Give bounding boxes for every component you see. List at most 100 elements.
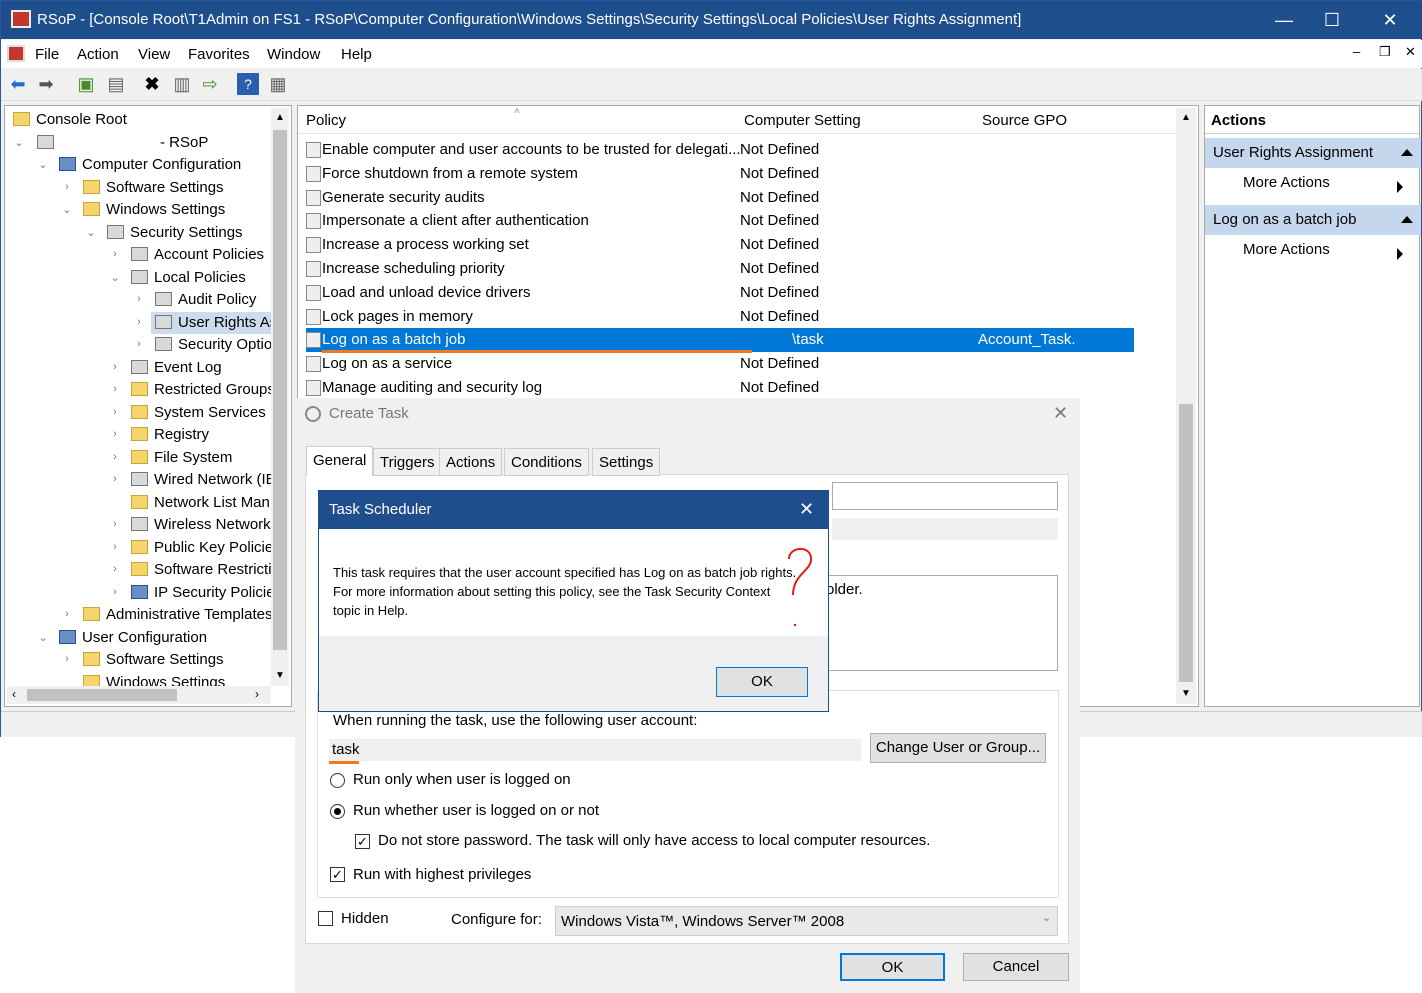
properties-icon[interactable]: ▥ xyxy=(171,73,193,95)
tree-horizontal-scrollbar[interactable]: ‹ › xyxy=(7,686,271,704)
hidden-label[interactable]: Hidden xyxy=(341,910,389,927)
menu-file[interactable]: File xyxy=(35,46,59,63)
minimize-button[interactable]: — xyxy=(1261,1,1307,39)
expand-chevron-icon[interactable]: › xyxy=(109,428,121,440)
child-minimize-button[interactable]: – xyxy=(1353,44,1360,59)
policy-row[interactable]: Increase a process working set Not Defin… xyxy=(298,233,1128,257)
collapse-chevron-icon[interactable]: ⌄ xyxy=(13,136,25,149)
collapse-triangle-icon[interactable] xyxy=(1401,149,1413,156)
scroll-thumb[interactable] xyxy=(27,689,177,701)
scroll-right-icon[interactable]: › xyxy=(255,687,259,701)
policy-row[interactable]: Increase scheduling priority Not Defined xyxy=(298,257,1128,281)
up-folder-icon[interactable]: ▣ xyxy=(75,73,97,95)
expand-chevron-icon[interactable]: › xyxy=(109,248,121,260)
scroll-down-icon[interactable]: ▼ xyxy=(1181,688,1191,699)
highest-privileges-checkbox[interactable]: ✓ xyxy=(330,867,345,882)
expand-chevron-icon[interactable]: › xyxy=(61,608,73,620)
description-textarea[interactable]: older. xyxy=(825,575,1058,671)
policy-row[interactable]: Load and unload device drivers Not Defin… xyxy=(298,281,1128,305)
tree-node-security-options[interactable]: Security Optio xyxy=(155,334,272,356)
tree-node-event-log[interactable]: Event Log xyxy=(131,357,222,379)
run-only-logged-on-radio[interactable] xyxy=(330,773,345,788)
expand-chevron-icon[interactable]: › xyxy=(109,473,121,485)
show-hide-tree-icon[interactable]: ▤ xyxy=(105,73,127,95)
help-icon[interactable]: ? xyxy=(237,73,259,95)
tree-node-administrative-templates[interactable]: Administrative Templates xyxy=(83,604,272,626)
expand-chevron-icon[interactable]: › xyxy=(109,451,121,463)
message-box-close-icon[interactable]: ✕ xyxy=(799,499,814,520)
tab-general[interactable]: General xyxy=(306,446,374,476)
child-close-button[interactable]: ✕ xyxy=(1405,44,1416,60)
action-section-log-on-batch[interactable]: Log on as a batch job xyxy=(1205,205,1421,235)
expand-chevron-icon[interactable]: › xyxy=(61,653,73,665)
tree-node-console-root[interactable]: Console Root xyxy=(13,109,127,131)
tab-actions[interactable]: Actions xyxy=(439,448,503,476)
tab-settings[interactable]: Settings xyxy=(592,448,661,476)
policy-row[interactable]: Manage auditing and security log Not Def… xyxy=(298,376,1128,400)
expand-chevron-icon[interactable]: › xyxy=(109,563,121,575)
menu-help[interactable]: Help xyxy=(341,46,372,63)
expand-chevron-icon[interactable]: › xyxy=(109,383,121,395)
tree-node-computer-configuration[interactable]: Computer Configuration xyxy=(59,154,241,176)
policy-row[interactable]: Generate security audits Not Defined xyxy=(298,186,1128,210)
policy-row[interactable]: Lock pages in memory Not Defined xyxy=(298,305,1128,329)
back-arrow-icon[interactable]: ⬅ xyxy=(7,73,29,95)
dialog-close-icon[interactable]: ✕ xyxy=(1053,403,1068,424)
expand-chevron-icon[interactable]: › xyxy=(109,541,121,553)
expand-chevron-icon[interactable]: › xyxy=(133,293,145,305)
scroll-thumb[interactable] xyxy=(273,130,287,650)
tree-node-wireless-network[interactable]: Wireless Network xyxy=(131,514,271,536)
tree-vertical-scrollbar[interactable]: ▲ ▼ xyxy=(271,108,289,686)
expand-chevron-icon[interactable]: › xyxy=(109,586,121,598)
menu-window[interactable]: Window xyxy=(267,46,320,63)
tree-node-audit-policy[interactable]: Audit Policy xyxy=(155,289,256,311)
menu-favorites[interactable]: Favorites xyxy=(188,46,250,63)
tree-node-local-policies[interactable]: Local Policies xyxy=(131,267,246,289)
column-header-policy[interactable]: Policy xyxy=(306,112,346,129)
run-only-logged-on-label[interactable]: Run only when user is logged on xyxy=(353,771,571,788)
scroll-left-icon[interactable]: ‹ xyxy=(12,687,16,701)
close-button[interactable]: ✕ xyxy=(1367,1,1413,39)
configure-for-select[interactable]: Windows Vista™, Windows Server™ 2008 ⌄ xyxy=(555,906,1058,936)
tree-node-user-configuration[interactable]: User Configuration xyxy=(59,627,207,649)
policy-row[interactable]: Enable computer and user accounts to be … xyxy=(298,138,1128,162)
tree-node-file-system[interactable]: File System xyxy=(131,447,232,469)
tab-conditions[interactable]: Conditions xyxy=(504,448,589,476)
action-more-actions-2[interactable]: More Actions xyxy=(1243,241,1413,260)
collapse-chevron-icon[interactable]: ⌄ xyxy=(109,271,121,284)
tab-triggers[interactable]: Triggers xyxy=(373,448,442,476)
collapse-chevron-icon[interactable]: ⌄ xyxy=(37,158,49,171)
tree-node-public-key-policies[interactable]: Public Key Policies xyxy=(131,537,281,559)
hidden-checkbox[interactable] xyxy=(318,911,333,926)
cancel-button[interactable]: Cancel xyxy=(963,953,1069,981)
maximize-button[interactable]: ☐ xyxy=(1309,1,1355,39)
tree-node-network-list-manager[interactable]: Network List Man xyxy=(131,492,270,514)
change-user-button[interactable]: Change User or Group... xyxy=(870,733,1046,763)
expand-chevron-icon[interactable]: › xyxy=(109,518,121,530)
tree-node-software-restriction[interactable]: Software Restrictio xyxy=(131,559,280,581)
tree-node-security-settings[interactable]: Security Settings xyxy=(107,222,243,244)
list-vertical-scrollbar[interactable]: ▲ ▼ xyxy=(1176,108,1196,704)
collapse-triangle-icon[interactable] xyxy=(1401,216,1413,223)
column-header-computer-setting[interactable]: Computer Setting xyxy=(744,112,861,129)
scroll-up-icon[interactable]: ▲ xyxy=(275,112,285,123)
tree-node-user-windows-settings[interactable]: Windows Settings xyxy=(83,672,225,686)
menu-view[interactable]: View xyxy=(138,46,170,63)
do-not-store-password-label[interactable]: Do not store password. The task will onl… xyxy=(378,832,930,849)
expand-chevron-icon[interactable]: › xyxy=(133,338,145,350)
tree-node-restricted-groups[interactable]: Restricted Groups xyxy=(131,379,275,401)
action-section-user-rights-assignment[interactable]: User Rights Assignment xyxy=(1205,138,1421,168)
do-not-store-password-checkbox[interactable]: ✓ xyxy=(355,834,370,849)
expand-chevron-icon[interactable]: › xyxy=(109,406,121,418)
message-ok-button[interactable]: OK xyxy=(716,667,808,697)
highest-privileges-label[interactable]: Run with highest privileges xyxy=(353,866,531,883)
ok-button[interactable]: OK xyxy=(840,953,945,981)
tree-node-ip-security-policies[interactable]: IP Security Policies xyxy=(131,582,282,604)
delete-icon[interactable]: ✖ xyxy=(141,73,163,95)
export-list-icon[interactable]: ⇨ xyxy=(199,73,221,95)
expand-chevron-icon[interactable]: › xyxy=(133,316,145,328)
forward-arrow-icon[interactable]: ➡ xyxy=(35,73,57,95)
tree-node-system-services[interactable]: System Services xyxy=(131,402,266,424)
scroll-up-icon[interactable]: ▲ xyxy=(1181,112,1191,123)
menu-action[interactable]: Action xyxy=(77,46,119,63)
